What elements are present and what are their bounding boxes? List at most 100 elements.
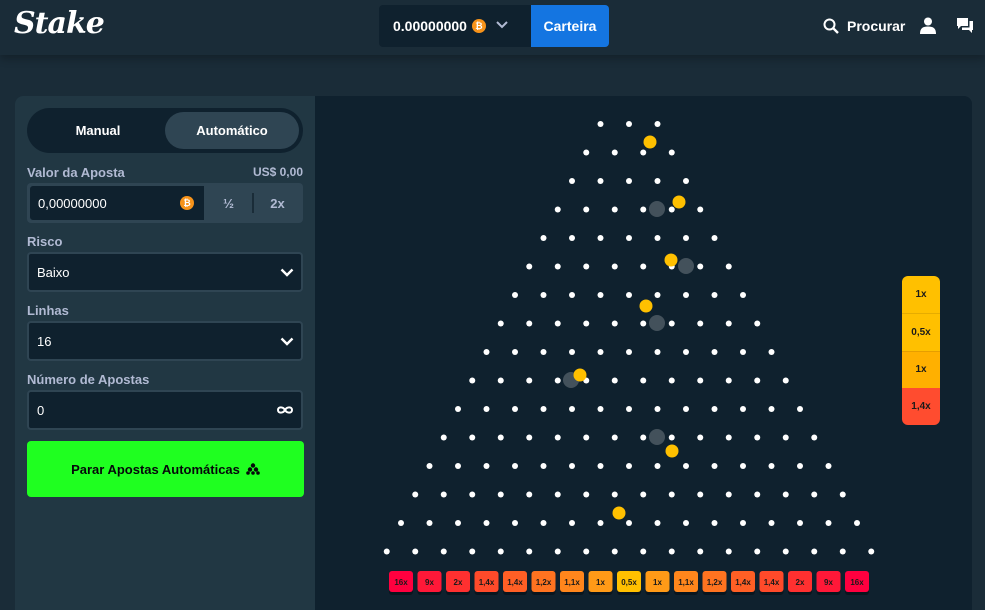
- peg: [839, 548, 846, 555]
- peg: [497, 377, 504, 384]
- peg: [725, 377, 732, 384]
- peg: [597, 520, 604, 526]
- peg: [540, 235, 547, 241]
- peg: [569, 406, 575, 412]
- user-icon[interactable]: [920, 17, 936, 34]
- bets-count-value: 0: [37, 402, 45, 418]
- peg: [597, 292, 604, 298]
- plinko-ball: [665, 444, 679, 458]
- multiplier-label: 1x: [653, 578, 662, 587]
- multiplier-bucket: 2x: [446, 571, 470, 595]
- half-bet-button[interactable]: ½: [205, 185, 252, 221]
- double-bet-button[interactable]: 2x: [254, 185, 301, 221]
- peg: [768, 349, 775, 355]
- peg: [554, 377, 561, 384]
- peg: [469, 491, 476, 498]
- peg: [725, 434, 732, 441]
- multiplier-bucket: 1,1x: [674, 571, 698, 595]
- peg: [640, 548, 647, 555]
- peg: [469, 377, 476, 384]
- peg: [526, 320, 533, 327]
- peg: [412, 548, 419, 555]
- stake-logo[interactable]: Stake: [14, 6, 105, 41]
- peg: [512, 406, 518, 412]
- multiplier-label: 2x: [454, 578, 463, 587]
- peg: [512, 463, 518, 469]
- peg: [668, 377, 675, 384]
- peg: [683, 463, 689, 469]
- balance-selector[interactable]: 0.00000000 ₿: [379, 5, 531, 47]
- peg: [725, 491, 732, 498]
- peg: [797, 406, 803, 412]
- chevron-down-icon: [280, 268, 294, 277]
- multiplier-bucket: 1,2x: [702, 571, 727, 595]
- peg: [540, 349, 547, 355]
- peg: [768, 406, 775, 412]
- multiplier-label: 1,2x: [707, 578, 723, 587]
- peg: [569, 235, 575, 241]
- multiplier-label: 1,1x: [678, 578, 694, 587]
- bet-amount-label: Valor da Aposta: [27, 165, 125, 180]
- bets-count-input[interactable]: 0: [27, 390, 303, 430]
- peg: [611, 320, 618, 327]
- infinity-icon: [276, 406, 294, 414]
- peg: [654, 463, 661, 469]
- multiplier-label: 9x: [425, 578, 434, 587]
- mode-toggle: Manual Automático: [27, 108, 303, 153]
- multiplier-bucket: 16x: [845, 571, 869, 595]
- peg: [711, 463, 718, 469]
- risk-value: Baixo: [37, 264, 70, 280]
- peg: [811, 491, 818, 498]
- bets-count-label-row: Número de Apostas: [27, 372, 303, 387]
- multiplier-bucket: 1,1x: [560, 571, 584, 595]
- peg: [583, 434, 590, 441]
- bet-amount-input[interactable]: 0,00000000 ₿: [29, 185, 205, 221]
- plinko-ball: [643, 135, 657, 149]
- peg: [398, 520, 404, 526]
- peg: [540, 463, 547, 469]
- peg: [754, 434, 761, 441]
- multiplier-bucket: 9x: [816, 571, 841, 595]
- peg: [583, 320, 590, 327]
- multiplier-bucket: 16x: [389, 571, 413, 595]
- peg: [711, 292, 718, 298]
- peg: [483, 349, 490, 355]
- peg: [497, 434, 504, 441]
- multiplier-label: 0,5x: [621, 578, 637, 587]
- recent-result: 1,4x: [902, 388, 940, 425]
- peg: [640, 377, 647, 384]
- multiplier-bucket: 1,4x: [474, 571, 499, 595]
- plinko-ball: [639, 299, 653, 313]
- balls-icon: [246, 463, 260, 475]
- peg: [854, 520, 860, 526]
- peg: [668, 491, 675, 498]
- wallet-button[interactable]: Carteira: [531, 5, 609, 47]
- chat-icon[interactable]: [957, 17, 973, 34]
- peg: [526, 548, 533, 555]
- peg: [711, 349, 718, 355]
- stop-autobet-button[interactable]: Parar Apostas Automáticas: [27, 441, 304, 497]
- peg: [626, 235, 632, 241]
- peg: [697, 491, 704, 498]
- multiplier-label: 1,4x: [507, 578, 523, 587]
- peg: [668, 320, 675, 327]
- rows-select[interactable]: 16: [27, 321, 303, 361]
- multiplier-label: 1,4x: [735, 578, 751, 587]
- peg: [725, 548, 732, 555]
- multiplier-bucket: 0,5x: [617, 571, 641, 595]
- peg: [583, 206, 590, 213]
- tab-manual[interactable]: Manual: [31, 112, 165, 149]
- peg: [611, 548, 618, 555]
- peg: [597, 349, 604, 355]
- tab-automatic[interactable]: Automático: [165, 112, 299, 149]
- risk-select[interactable]: Baixo: [27, 252, 303, 292]
- bets-count-label: Número de Apostas: [27, 372, 150, 387]
- peg: [611, 377, 618, 384]
- peg: [469, 434, 476, 441]
- peg: [740, 520, 746, 526]
- peg: [583, 491, 590, 498]
- search-button[interactable]: Procurar: [823, 15, 905, 37]
- peg: [626, 349, 632, 355]
- multiplier-bucket: 1,4x: [503, 571, 527, 595]
- multiplier-bucket: 1x: [645, 571, 670, 595]
